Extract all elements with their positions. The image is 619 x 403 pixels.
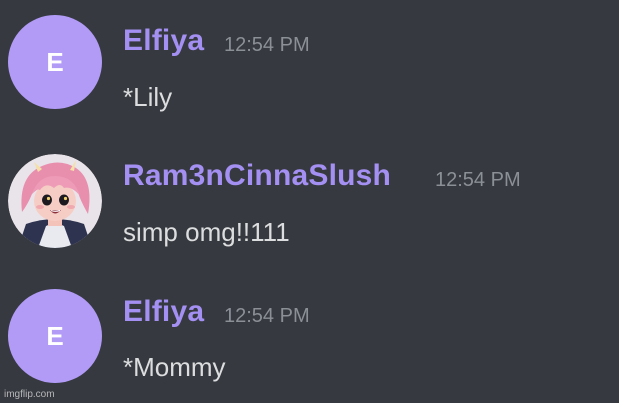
- username[interactable]: Ram3nCinnaSlush: [123, 159, 391, 193]
- timestamp: 12:54 PM: [224, 305, 310, 327]
- message-text: simp omg!!111: [123, 217, 290, 247]
- username[interactable]: Elfiya: [123, 295, 204, 329]
- chat-message-list: E Elfiya 12:54 PM *Lily Ram3nCinnaSlush …: [0, 0, 619, 403]
- message-text: *Mommy: [123, 352, 226, 382]
- timestamp: 12:54 PM: [435, 169, 521, 191]
- anime-character-avatar-icon: [8, 154, 102, 248]
- chat-message: E Elfiya 12:54 PM *Mommy: [0, 0, 619, 383]
- avatar[interactable]: E: [8, 289, 102, 383]
- avatar-letter: E: [46, 320, 64, 351]
- watermark: imgflip.com: [4, 389, 55, 400]
- avatar[interactable]: [8, 154, 102, 248]
